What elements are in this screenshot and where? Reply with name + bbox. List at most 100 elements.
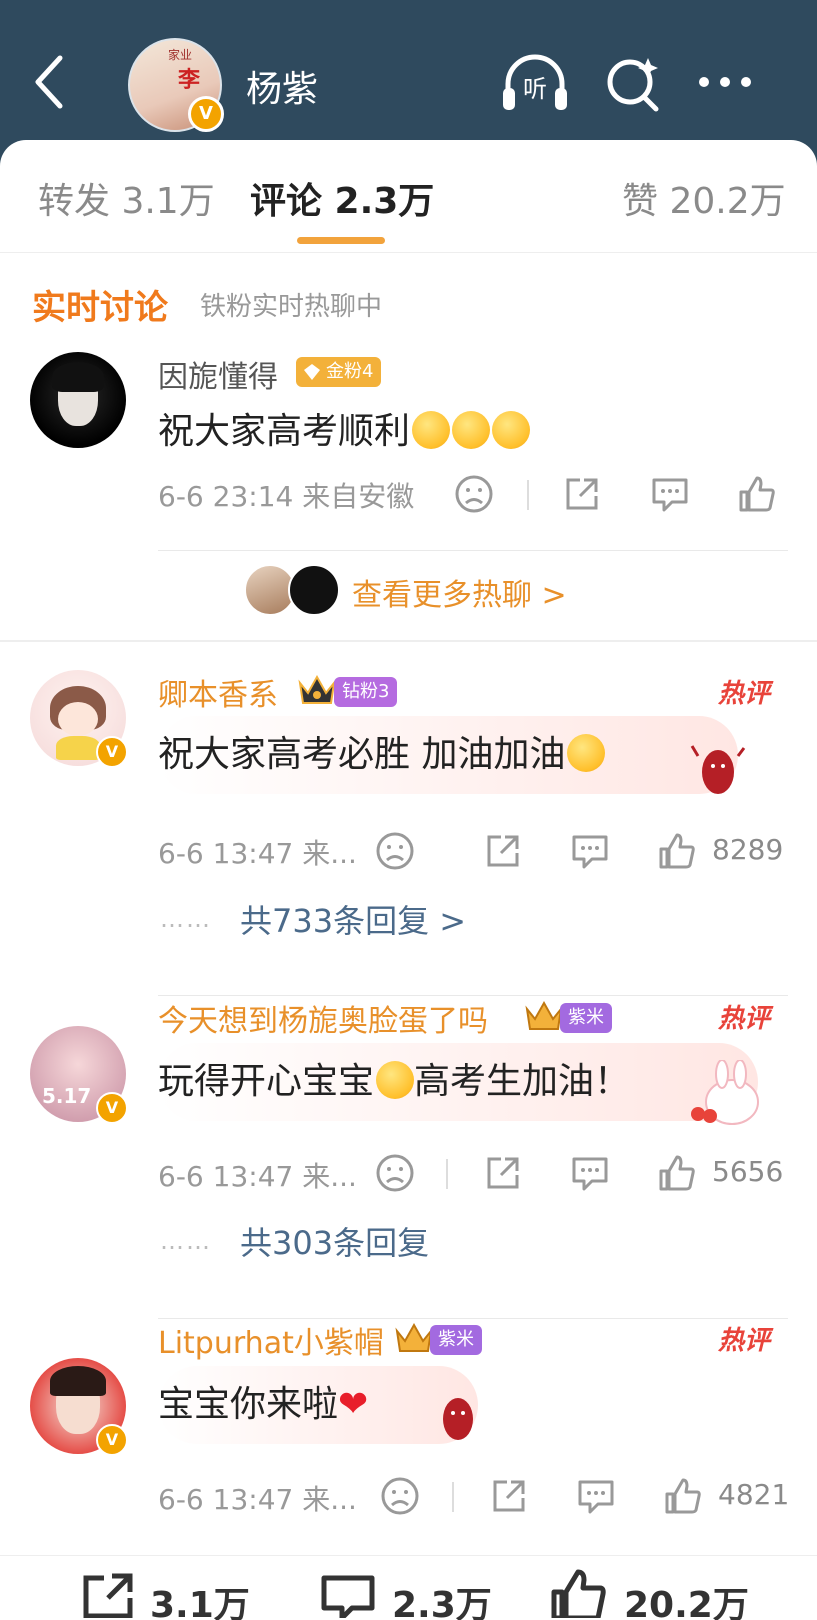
divider (0, 640, 817, 642)
verified-badge: V (188, 96, 224, 132)
live-discussion-title: 实时讨论 (32, 288, 168, 328)
avatar-caption: 家业 (168, 48, 193, 62)
like-icon[interactable] (655, 829, 699, 873)
fan-badge: 紫米 (430, 1325, 482, 1355)
search-icon[interactable] (600, 50, 670, 116)
tab-comments[interactable]: 评论 2.3万 (250, 172, 434, 224)
tab-repost[interactable]: 转发 3.1万 (38, 172, 215, 224)
separator (452, 1482, 454, 1512)
avatar[interactable]: V (30, 670, 128, 768)
avatar-caption-big: 李 (178, 68, 201, 93)
view-replies-link[interactable]: 共733条回复 > (240, 896, 466, 942)
tab-bar: 转发 3.1万 评论 2.3万 赞 20.2万 (0, 140, 817, 253)
listen-label: 听 (523, 75, 547, 103)
tab-likes[interactable]: 赞 20.2万 (622, 172, 786, 224)
active-tab-indicator (297, 237, 385, 244)
replies-dots: …… (160, 905, 212, 933)
live-discussion-subtitle: 铁粉实时热聊中 (200, 292, 383, 322)
comment-icon[interactable] (648, 472, 692, 516)
author-avatar[interactable]: 家业 李 V (128, 38, 224, 132)
page-title[interactable]: 杨紫 (246, 60, 318, 112)
dislike-icon[interactable] (378, 1474, 422, 1518)
comment-icon[interactable] (574, 1474, 618, 1518)
comment-username[interactable]: 卿本香系 (158, 670, 278, 714)
separator (527, 480, 529, 510)
divider (158, 550, 788, 551)
bottom-action-bar: 3.1万 2.3万 20.2万 (0, 1555, 817, 1620)
like-count: 4821 (718, 1478, 790, 1511)
hot-comment-label: 热评 (718, 1004, 771, 1034)
comment-icon[interactable] (568, 1151, 612, 1195)
verified-badge: V (96, 1092, 128, 1124)
heart-emoji-icon: ❤ (338, 1384, 369, 1425)
repost-icon[interactable] (78, 1568, 138, 1618)
replies-dots: …… (160, 1227, 212, 1255)
crown-icon (395, 1322, 433, 1352)
back-icon[interactable] (30, 52, 70, 112)
view-more-hot-link[interactable]: 查看更多热聊 > (352, 570, 567, 614)
dislike-icon[interactable] (373, 1151, 417, 1195)
comment-time: 6-6 13:47 来... (158, 1160, 357, 1193)
like-icon[interactable] (735, 472, 779, 516)
avatar[interactable]: 5.17 V (30, 1026, 128, 1124)
comments-panel: 转发 3.1万 评论 2.3万 赞 20.2万 实时讨论 铁粉实时热聊中 因旎懂… (0, 140, 817, 1620)
comment-time: 6-6 23:14 来自安徽 (158, 480, 415, 513)
comment-text: 祝大家高考必胜 加油加油 (158, 725, 606, 777)
fan-badge: 紫米 (560, 1003, 612, 1033)
fan-badge: 钻粉3 (334, 677, 398, 707)
top-bar: 家业 李 V 杨紫 听 (0, 0, 817, 160)
like-bar-icon[interactable] (548, 1568, 608, 1618)
cheer-emoji-icon (567, 734, 606, 772)
dislike-icon[interactable] (452, 472, 496, 516)
verified-badge: V (96, 736, 128, 768)
comment-icon[interactable] (568, 829, 612, 873)
gem-icon (304, 364, 320, 380)
crying-laugh-emoji-icon (492, 411, 531, 449)
more-icon[interactable] (690, 50, 760, 116)
share-icon[interactable] (481, 829, 525, 873)
hot-comment-label: 热评 (718, 1326, 771, 1356)
like-count: 8289 (712, 833, 784, 866)
avatar[interactable]: V (30, 1358, 128, 1456)
bean-mascot-icon (690, 745, 746, 794)
comment-count[interactable]: 2.3万 (392, 1576, 492, 1620)
comment-time: 6-6 13:47 来... (158, 1483, 357, 1516)
comment-text-content: 祝大家高考顺利 (158, 411, 411, 452)
bean-mascot-icon (443, 1398, 473, 1440)
bunny-sticker-icon (691, 1060, 759, 1125)
crying-laugh-emoji-icon (452, 411, 491, 449)
listen-icon[interactable]: 听 (500, 50, 570, 116)
crown-icon (298, 674, 336, 704)
comment-text: 宝宝你来啦❤ (158, 1375, 368, 1427)
hot-comment-label: 热评 (718, 679, 771, 709)
blush-emoji-icon (376, 1061, 415, 1099)
fan-badge-label: 金粉4 (326, 361, 374, 382)
comment-text-content: 宝宝你来啦 (158, 1384, 339, 1425)
like-icon[interactable] (661, 1474, 705, 1518)
dislike-icon[interactable] (373, 829, 417, 873)
comment-text: 玩得开心宝宝 高考生加油！ (158, 1052, 630, 1104)
comment-text-content: 祝大家高考必胜 加油加油 (158, 734, 566, 775)
avatar[interactable] (30, 352, 126, 448)
separator (446, 1159, 448, 1189)
repost-count[interactable]: 3.1万 (150, 1576, 250, 1620)
verified-badge: V (96, 1424, 128, 1456)
comment-username[interactable]: Litpurhat小紫帽 (158, 1318, 384, 1362)
comment-text-content: 玩得开心宝宝 (158, 1061, 375, 1102)
view-replies-link[interactable]: 共303条回复 (240, 1218, 429, 1264)
avatar-label: 5.17 (42, 1084, 92, 1108)
share-icon[interactable] (481, 1151, 525, 1195)
share-icon[interactable] (560, 472, 604, 516)
comment-username[interactable]: 今天想到杨旎奥脸蛋了吗 (158, 996, 488, 1040)
avatar (288, 564, 340, 616)
like-total[interactable]: 20.2万 (624, 1576, 749, 1620)
share-icon[interactable] (487, 1474, 531, 1518)
crying-laugh-emoji-icon (412, 411, 451, 449)
fan-badge: 金粉4 (296, 357, 382, 387)
crown-icon (525, 1000, 563, 1030)
like-icon[interactable] (655, 1151, 699, 1195)
weibo-comments-screen: 家业 李 V 杨紫 听 转发 3.1万 评论 2.3万 赞 20.2万 实时讨论… (0, 0, 817, 1620)
comment-bar-icon[interactable] (318, 1568, 378, 1618)
comment-username[interactable]: 因旎懂得 (158, 352, 278, 396)
comment-text: 祝大家高考顺利 (158, 402, 531, 454)
